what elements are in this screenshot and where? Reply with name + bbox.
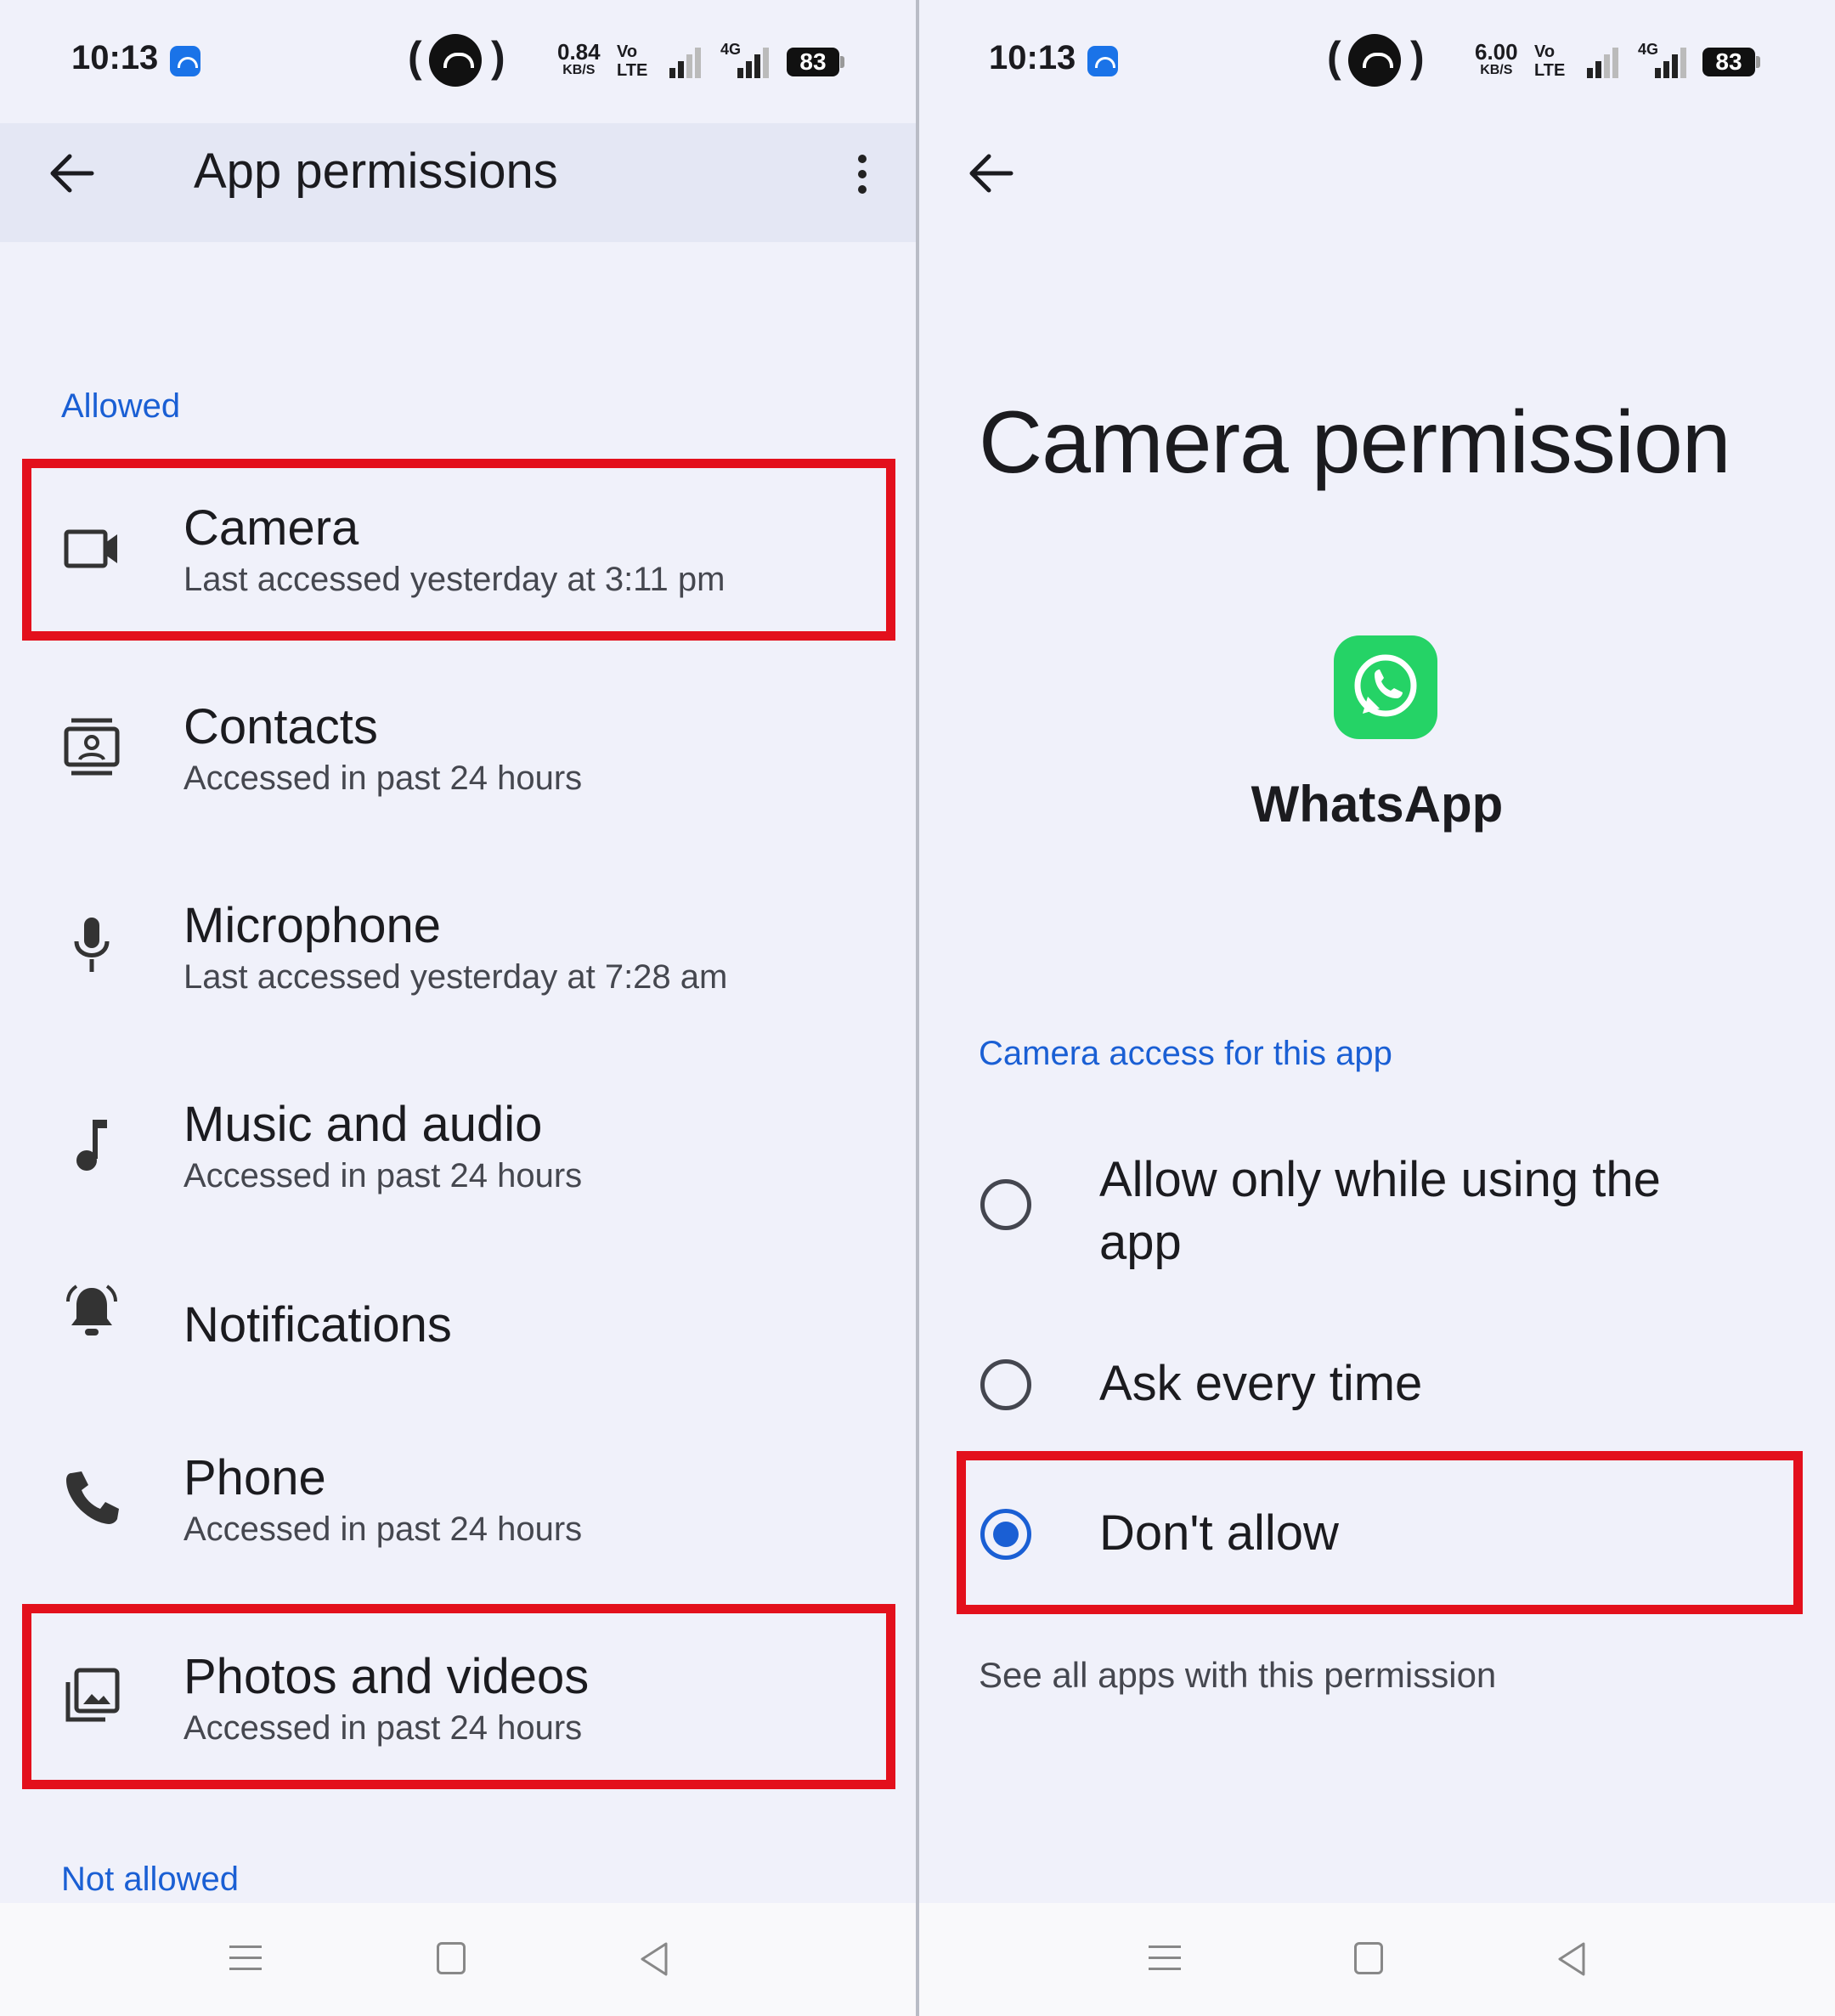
network-speed: 0.84 KB/S <box>557 39 601 77</box>
home-button[interactable] <box>1354 1942 1383 1974</box>
battery-indicator: 83 <box>787 48 844 76</box>
signal-4g-icon <box>736 44 770 78</box>
option-allow-while-using[interactable]: Allow only while using the app <box>960 1142 1810 1278</box>
highlight-box <box>22 459 895 641</box>
network-speed: 6.00 KB/S <box>1475 39 1518 77</box>
option-label: Ask every time <box>1099 1356 1423 1411</box>
phone-icon <box>66 1471 119 1524</box>
permission-title: Music and audio <box>184 1097 543 1152</box>
nav-back-button[interactable] <box>1555 1940 1589 1978</box>
status-time: 10:13 <box>71 39 159 76</box>
section-allowed-label: Allowed <box>61 387 181 425</box>
bell-icon <box>66 1285 117 1336</box>
notification-app-icon <box>170 46 200 76</box>
permission-subtitle: Accessed in past 24 hours <box>184 760 583 797</box>
arrow-back-icon <box>50 154 94 193</box>
more-options-button[interactable] <box>841 144 884 204</box>
contacts-icon <box>64 718 120 776</box>
page-title: App permissions <box>194 144 558 199</box>
permission-item-contacts[interactable]: Contacts Accessed in past 24 hours <box>25 658 895 836</box>
camera-permission-screen: 10:13 () 6.00 KB/S Vo LTE 4G 83 Camera per… <box>919 0 1835 2016</box>
back-button[interactable] <box>957 139 1025 207</box>
recent-apps-button[interactable] <box>1149 1942 1181 1974</box>
app-permissions-screen: 10:13 () 0.84 KB/S Vo LTE 4G 83 App permis… <box>0 0 916 2016</box>
microphone-icon <box>74 918 110 972</box>
permission-subtitle: Accessed in past 24 hours <box>184 1511 583 1548</box>
signal-icon <box>1585 44 1619 78</box>
hotspot-icon: () <box>408 32 510 88</box>
permission-title: Contacts <box>184 699 378 754</box>
permission-item-microphone[interactable]: Microphone Last accessed yesterday at 7:… <box>25 856 895 1035</box>
arrow-back-icon <box>969 154 1013 193</box>
signal-4g-icon <box>1653 44 1687 78</box>
permission-title: Notifications <box>184 1297 452 1352</box>
nav-back-button[interactable] <box>637 1940 671 1978</box>
permission-item-notifications[interactable]: Notifications <box>25 1254 895 1432</box>
permission-item-music-audio[interactable]: Music and audio Accessed in past 24 hour… <box>25 1055 895 1234</box>
permission-title: Phone <box>184 1450 326 1505</box>
section-not-allowed-label: Not allowed <box>61 1861 240 1898</box>
whatsapp-logo-icon <box>1334 635 1437 739</box>
permission-subtitle: Accessed in past 24 hours <box>184 1157 583 1194</box>
option-label: Allow only while using the app <box>1099 1152 1661 1270</box>
home-button[interactable] <box>437 1942 466 1974</box>
navigation-bar <box>0 1903 916 2016</box>
music-note-icon <box>76 1120 107 1171</box>
permission-item-phone[interactable]: Phone Accessed in past 24 hours <box>25 1409 895 1587</box>
navigation-bar <box>919 1903 1835 2016</box>
app-name: WhatsApp <box>1251 776 1504 833</box>
status-bar: 10:13 () 0.84 KB/S Vo LTE 4G 83 <box>0 0 916 123</box>
battery-indicator: 83 <box>1702 48 1760 76</box>
back-button[interactable] <box>37 139 105 207</box>
page-title: Camera permission <box>979 393 1731 492</box>
status-time: 10:13 <box>989 39 1076 76</box>
radio-button[interactable] <box>980 1179 1031 1230</box>
radio-button[interactable] <box>980 1359 1031 1410</box>
permission-title: Microphone <box>184 898 442 953</box>
highlight-box <box>957 1451 1803 1614</box>
option-ask-every-time[interactable]: Ask every time <box>960 1342 1810 1427</box>
status-bar: 10:13 () 6.00 KB/S Vo LTE 4G 83 <box>919 0 1835 123</box>
section-camera-access-label: Camera access for this app <box>979 1035 1392 1072</box>
notification-app-icon <box>1087 46 1118 76</box>
see-all-apps-link[interactable]: See all apps with this permission <box>979 1655 1496 1696</box>
volte-icon: Vo LTE <box>617 42 648 80</box>
signal-icon <box>668 44 702 78</box>
permission-subtitle: Last accessed yesterday at 7:28 am <box>184 958 728 996</box>
volte-icon: Vo LTE <box>1534 42 1566 80</box>
recent-apps-button[interactable] <box>229 1942 262 1974</box>
hotspot-icon: () <box>1327 32 1429 88</box>
highlight-box <box>22 1604 895 1789</box>
